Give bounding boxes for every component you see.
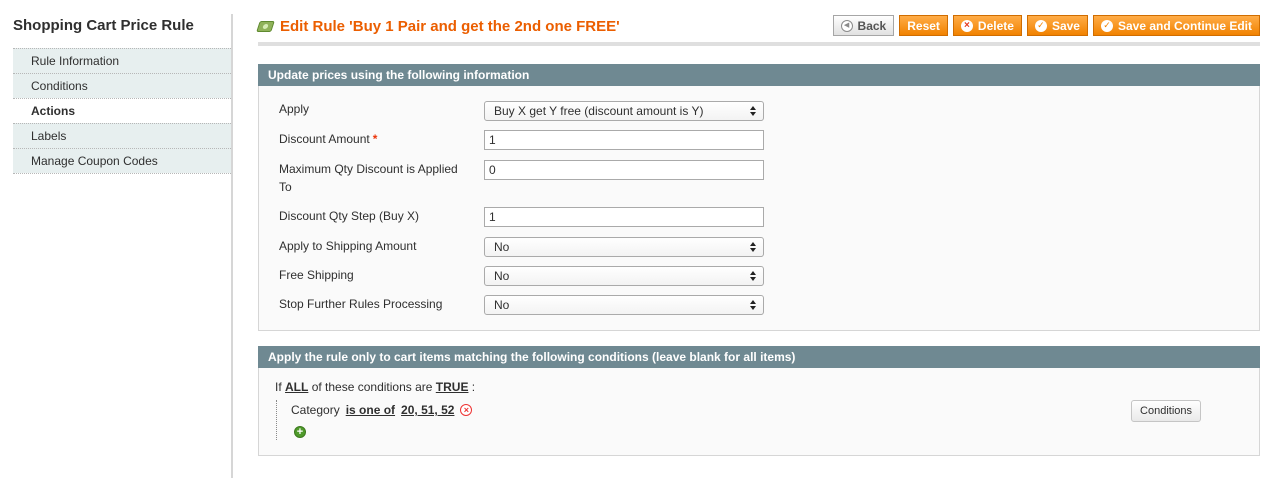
select-arrows-icon: [750, 104, 757, 118]
aggregator-value-link[interactable]: TRUE: [436, 380, 469, 394]
price-rule-icon: [256, 21, 275, 32]
aggregator-middle-text: of these conditions are: [311, 380, 433, 394]
apply-shipping-select-value: No: [494, 240, 510, 254]
conditions-aggregator-line: If ALL of these conditions are TRUE :: [275, 380, 475, 394]
sidebar-title: Shopping Cart Price Rule: [13, 17, 194, 34]
action-buttons: ◀ Back Reset × Delete ✓ Save ✓ Save and …: [832, 15, 1260, 36]
remove-condition-icon[interactable]: ×: [460, 404, 473, 416]
required-marker: *: [372, 132, 378, 146]
if-text: If: [275, 380, 282, 394]
max-qty-input[interactable]: [484, 160, 764, 180]
page-title-text: Edit Rule 'Buy 1 Pair and get the 2nd on…: [280, 18, 620, 35]
page-title: Edit Rule 'Buy 1 Pair and get the 2nd on…: [256, 18, 620, 35]
discount-amount-label: Discount Amount *: [279, 130, 469, 148]
save-button[interactable]: ✓ Save: [1026, 15, 1088, 36]
condition-value-link[interactable]: 20, 51, 52: [401, 403, 454, 417]
condition-attribute: Category: [291, 403, 340, 417]
conditions-tree-line: [276, 400, 279, 440]
save-and-continue-button[interactable]: ✓ Save and Continue Edit: [1092, 15, 1260, 36]
apply-label: Apply: [279, 102, 310, 116]
max-qty-label: Maximum Qty Discount is Applied To: [279, 162, 458, 194]
sidebar-tabs: Rule Information Conditions Actions Labe…: [13, 48, 233, 174]
save-and-continue-button-label: Save and Continue Edit: [1117, 18, 1252, 33]
sidebar-tab-conditions[interactable]: Conditions: [13, 73, 233, 98]
conditions-button[interactable]: Conditions: [1131, 400, 1201, 422]
checkmark-icon: ✓: [1100, 19, 1113, 32]
column-divider: [231, 14, 233, 478]
stop-rules-select-value: No: [494, 298, 510, 312]
apply-shipping-label: Apply to Shipping Amount: [279, 239, 417, 253]
aggregator-colon: :: [471, 380, 476, 394]
select-arrows-icon: [750, 240, 757, 254]
checkmark-icon: ✓: [1034, 19, 1047, 32]
sidebar-tab-manage-coupon-codes[interactable]: Manage Coupon Codes: [13, 148, 233, 173]
stop-rules-select[interactable]: No: [484, 295, 764, 315]
select-arrows-icon: [750, 269, 757, 283]
back-arrow-icon: ◀: [840, 19, 853, 32]
qty-step-label: Discount Qty Step (Buy X): [279, 209, 420, 223]
delete-button[interactable]: × Delete: [952, 15, 1022, 36]
conditions-fieldset-legend: Apply the rule only to cart items matchi…: [258, 346, 1260, 368]
sidebar-tab-actions[interactable]: Actions: [13, 98, 233, 123]
discount-amount-input[interactable]: [484, 130, 764, 150]
sidebar-tab-labels[interactable]: Labels: [13, 123, 233, 148]
stop-rules-label: Stop Further Rules Processing: [279, 297, 443, 311]
back-button-label: Back: [857, 18, 887, 33]
actions-fieldset-legend: Update prices using the following inform…: [258, 64, 1260, 86]
free-shipping-label: Free Shipping: [279, 268, 354, 282]
conditions-fieldset: Apply the rule only to cart items matchi…: [258, 346, 1260, 456]
qty-step-input[interactable]: [484, 207, 764, 227]
sidebar-tab-rule-information[interactable]: Rule Information: [13, 48, 233, 73]
condition-item: Category is one of 20, 51, 52 ×: [291, 403, 473, 417]
aggregator-link[interactable]: ALL: [285, 380, 308, 394]
apply-select[interactable]: Buy X get Y free (discount amount is Y): [484, 101, 764, 121]
reset-button-label: Reset: [907, 18, 940, 33]
delete-button-label: Delete: [977, 18, 1014, 33]
free-shipping-select-value: No: [494, 269, 510, 283]
add-condition-icon[interactable]: +: [294, 426, 306, 438]
free-shipping-select[interactable]: No: [484, 266, 764, 286]
page-header: Edit Rule 'Buy 1 Pair and get the 2nd on…: [256, 12, 1260, 46]
condition-operator-link[interactable]: is one of: [346, 403, 395, 417]
discount-amount-label-text: Discount Amount: [279, 132, 370, 146]
save-button-label: Save: [1051, 18, 1080, 33]
reset-button[interactable]: Reset: [899, 15, 948, 36]
sidebar: Shopping Cart Price Rule Rule Informatio…: [13, 0, 233, 174]
apply-select-value: Buy X get Y free (discount amount is Y): [494, 104, 704, 118]
select-arrows-icon: [750, 298, 757, 312]
apply-shipping-select[interactable]: No: [484, 237, 764, 257]
actions-fieldset: Update prices using the following inform…: [258, 64, 1260, 331]
back-button[interactable]: ◀ Back: [832, 15, 895, 36]
delete-icon: ×: [960, 19, 973, 32]
